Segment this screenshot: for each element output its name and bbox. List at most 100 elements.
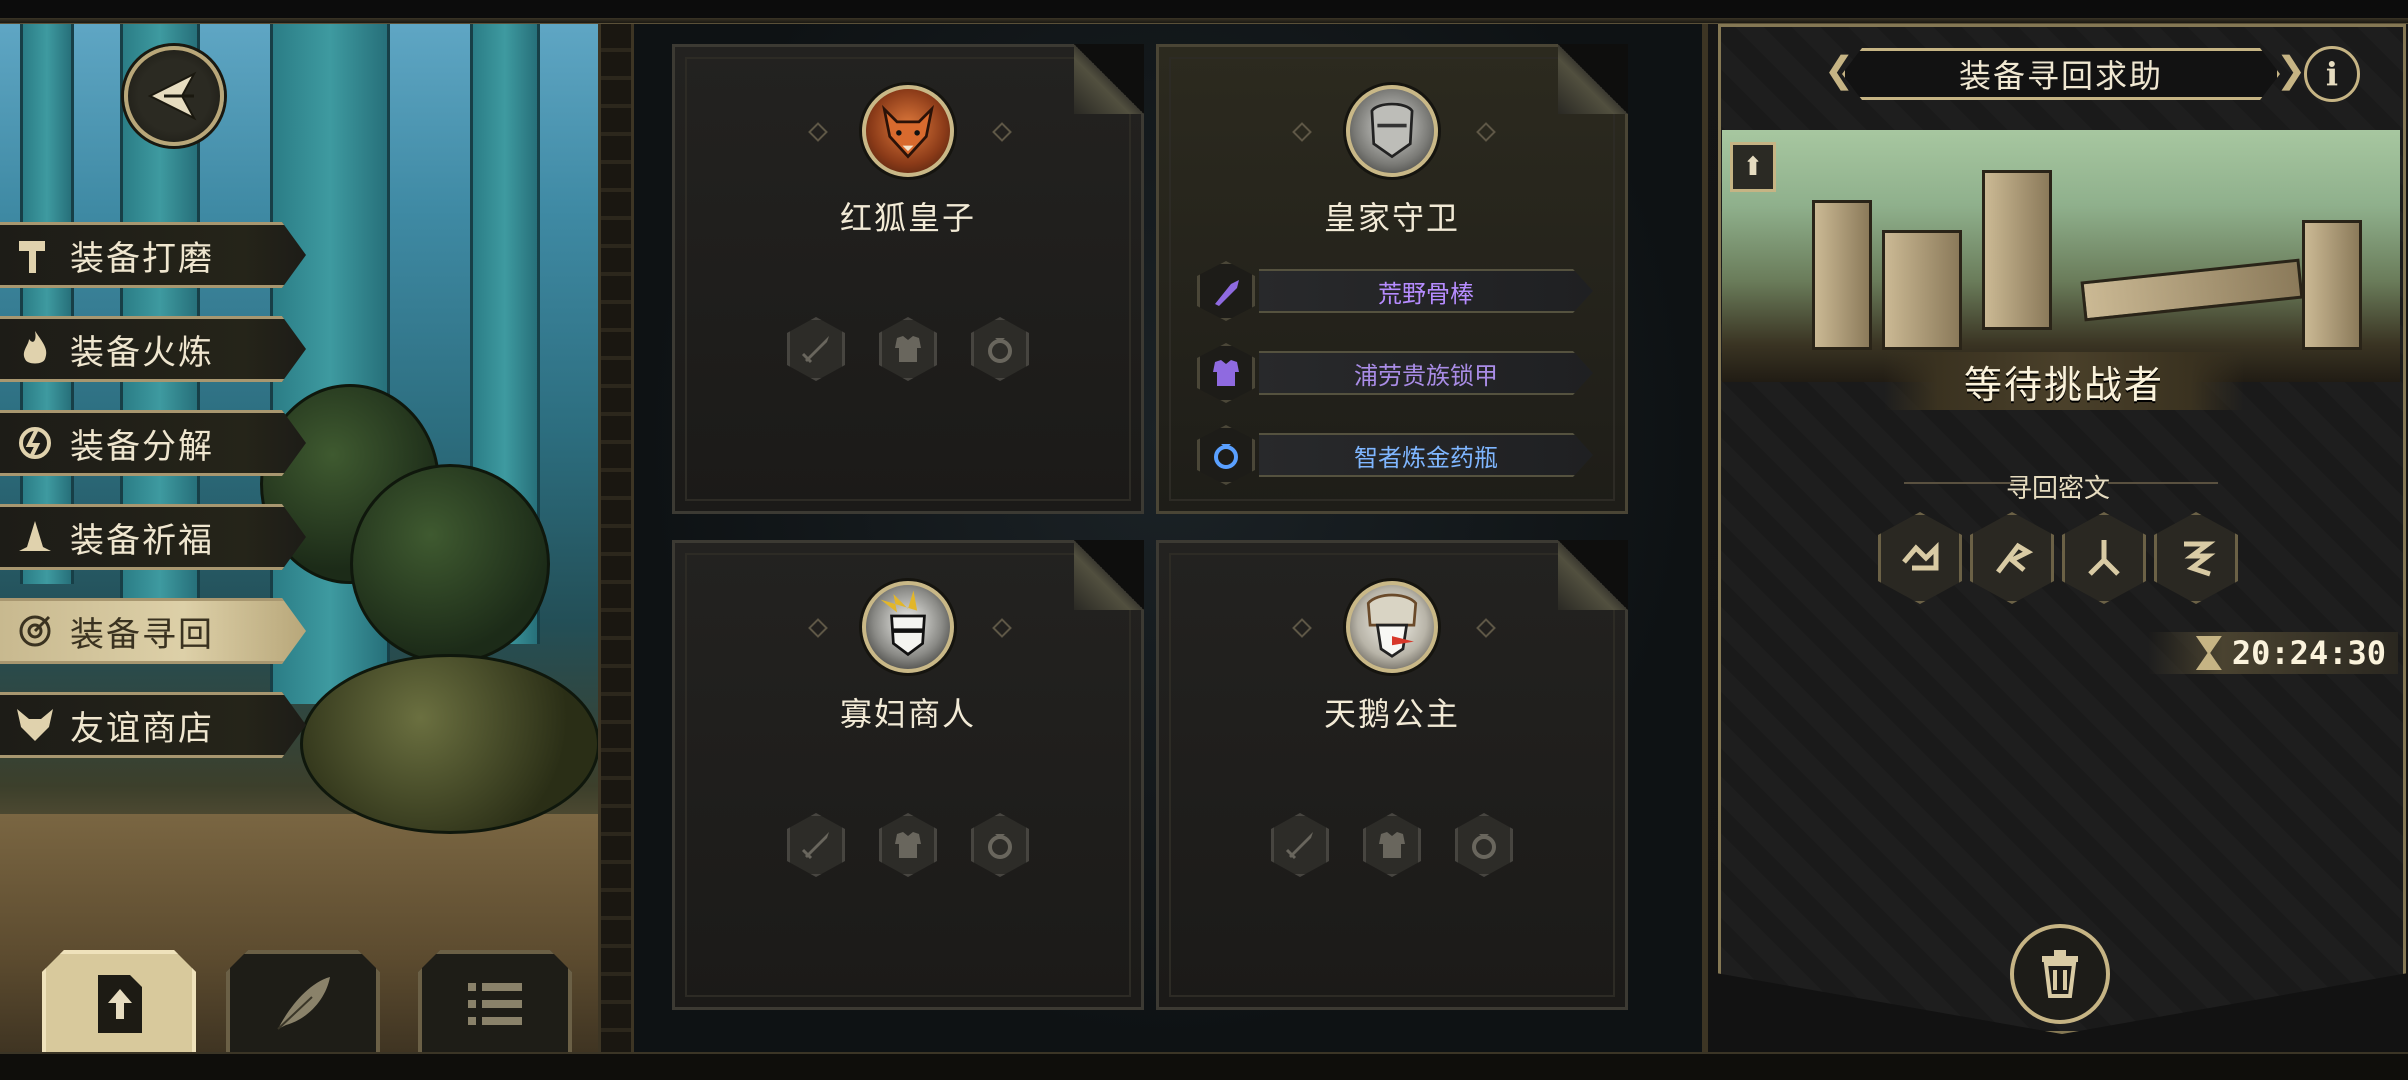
ornament [992, 122, 1012, 142]
ornament [1476, 122, 1496, 142]
sword-icon [1285, 832, 1313, 860]
panel-title: 装备寻回求助 [1842, 48, 2280, 100]
back-button[interactable] [124, 46, 224, 146]
armor-icon [895, 832, 921, 858]
upload-badge-icon: ⬆ [1730, 142, 1776, 192]
status-banner: 等待挑战者 [1884, 352, 2244, 410]
hammer-icon [0, 222, 70, 288]
fallen-pillar [2080, 258, 2304, 322]
arena-image: ⬆ [1722, 130, 2400, 382]
character-name: 红狐皇子 [839, 199, 976, 237]
weapon-slot[interactable] [787, 813, 845, 877]
weapon-slot[interactable] [787, 317, 845, 381]
target-icon [0, 598, 70, 664]
menu-item-shop[interactable]: 友谊商店 [0, 692, 306, 758]
ruin-column [1982, 170, 2052, 330]
countdown-timer: 20:24:30 [2148, 632, 2398, 674]
card-corner [1558, 540, 1628, 610]
menu-item-recover[interactable]: 装备寻回 [0, 598, 306, 664]
armor-slot[interactable] [879, 813, 937, 877]
info-button[interactable]: i [2304, 46, 2360, 102]
menu-item-decompose[interactable]: 装备分解 [0, 410, 306, 476]
upload-document-icon [98, 975, 142, 1033]
weapon-slot[interactable] [1271, 813, 1329, 877]
ornament [1476, 618, 1496, 638]
character-card[interactable]: 红狐皇子 [672, 44, 1144, 514]
discard-button[interactable] [2010, 924, 2110, 1024]
timer-value: 20:24:30 [2231, 634, 2386, 672]
armor-slot[interactable] [879, 317, 937, 381]
sword-icon [801, 336, 829, 364]
ruin-column [1812, 200, 1872, 350]
cipher-label: 寻回密文 [2005, 474, 2110, 504]
rune-1-icon[interactable] [1878, 512, 1962, 604]
tab-list[interactable] [418, 950, 572, 1054]
menu-item-bless[interactable]: 装备祈福 [0, 504, 306, 570]
ring-icon [988, 338, 1012, 363]
equipment-slots [675, 317, 1141, 381]
equipment-name: 智者炼金药瓶 [1259, 433, 1593, 477]
rune-2-icon[interactable] [1970, 512, 2054, 604]
accessory-slot[interactable] [971, 317, 1029, 381]
equipment-row[interactable]: 浦劳贵族锁甲 [1197, 343, 1593, 403]
ring-icon [988, 834, 1012, 859]
accessory-slot[interactable] [1455, 813, 1513, 877]
bottom-frame [0, 1052, 2408, 1080]
menu-item-label: 装备祈福 [70, 520, 214, 561]
ornament [1292, 122, 1312, 142]
rune-4-icon[interactable] [2154, 512, 2238, 604]
recovery-panel: ❮ 装备寻回求助 ❯ i ⬆ 等待挑战者 寻回密文 20:24:30 [1702, 24, 2408, 1052]
praying-hands-icon [0, 504, 70, 570]
hourglass-icon [2195, 636, 2222, 670]
decompose-icon [0, 410, 70, 476]
red-fox-portrait [862, 85, 954, 177]
menu-item-label: 友谊商店 [70, 708, 214, 749]
ornate-divider [598, 24, 634, 1054]
armor-icon [1197, 343, 1255, 403]
ruin-column [2302, 220, 2362, 350]
ornament [808, 618, 828, 638]
armor-slot[interactable] [1363, 813, 1421, 877]
fox-icon [0, 692, 70, 758]
divider [2108, 482, 2218, 484]
cipher-runes [1878, 512, 2238, 604]
rune-3-icon[interactable] [2062, 512, 2146, 604]
menu-item-refine[interactable]: 装备火炼 [0, 316, 306, 382]
back-arrow-icon [147, 71, 197, 121]
ring-icon [1472, 834, 1496, 859]
character-name: 寡妇商人 [839, 695, 976, 733]
equipment-slots [675, 813, 1141, 877]
flame-icon [0, 316, 70, 382]
chevron-right-icon: ❯ [2276, 50, 2307, 91]
ruin-column [1882, 230, 1962, 350]
character-card[interactable]: 皇家守卫 荒野骨棒 浦劳贵族锁甲 智者炼金药瓶 [1156, 44, 1628, 514]
menu-item-label: 装备寻回 [70, 614, 214, 655]
card-corner [1074, 44, 1144, 114]
tab-upload[interactable] [42, 950, 196, 1054]
equipment-row[interactable]: 荒野骨棒 [1197, 261, 1593, 321]
equipment-name: 荒野骨棒 [1259, 269, 1593, 313]
menu-item-label: 装备打磨 [70, 238, 214, 279]
character-card[interactable]: 寡妇商人 [672, 540, 1144, 1010]
armor-icon [1379, 832, 1405, 858]
tab-feather[interactable] [226, 950, 380, 1054]
trash-icon [2042, 950, 2078, 998]
armor-icon [895, 336, 921, 362]
accessory-slot[interactable] [971, 813, 1029, 877]
equipment-slots [1159, 813, 1625, 877]
list-icon [468, 983, 522, 1025]
character-name: 天鹅公主 [1323, 695, 1460, 733]
menu-item-polish[interactable]: 装备打磨 [0, 222, 306, 288]
tree-trunk [20, 24, 74, 584]
royal-guard-portrait [1346, 85, 1438, 177]
club-icon [1197, 261, 1255, 321]
equipment-row[interactable]: 智者炼金药瓶 [1197, 425, 1593, 485]
character-card[interactable]: 天鹅公主 [1156, 540, 1628, 1010]
feather-icon [277, 977, 330, 1030]
menu-item-label: 装备分解 [70, 426, 214, 467]
ring-icon [1197, 425, 1255, 485]
ornament [1292, 618, 1312, 638]
swan-princess-portrait [1346, 581, 1438, 673]
card-corner [1558, 44, 1628, 114]
ornament [808, 122, 828, 142]
